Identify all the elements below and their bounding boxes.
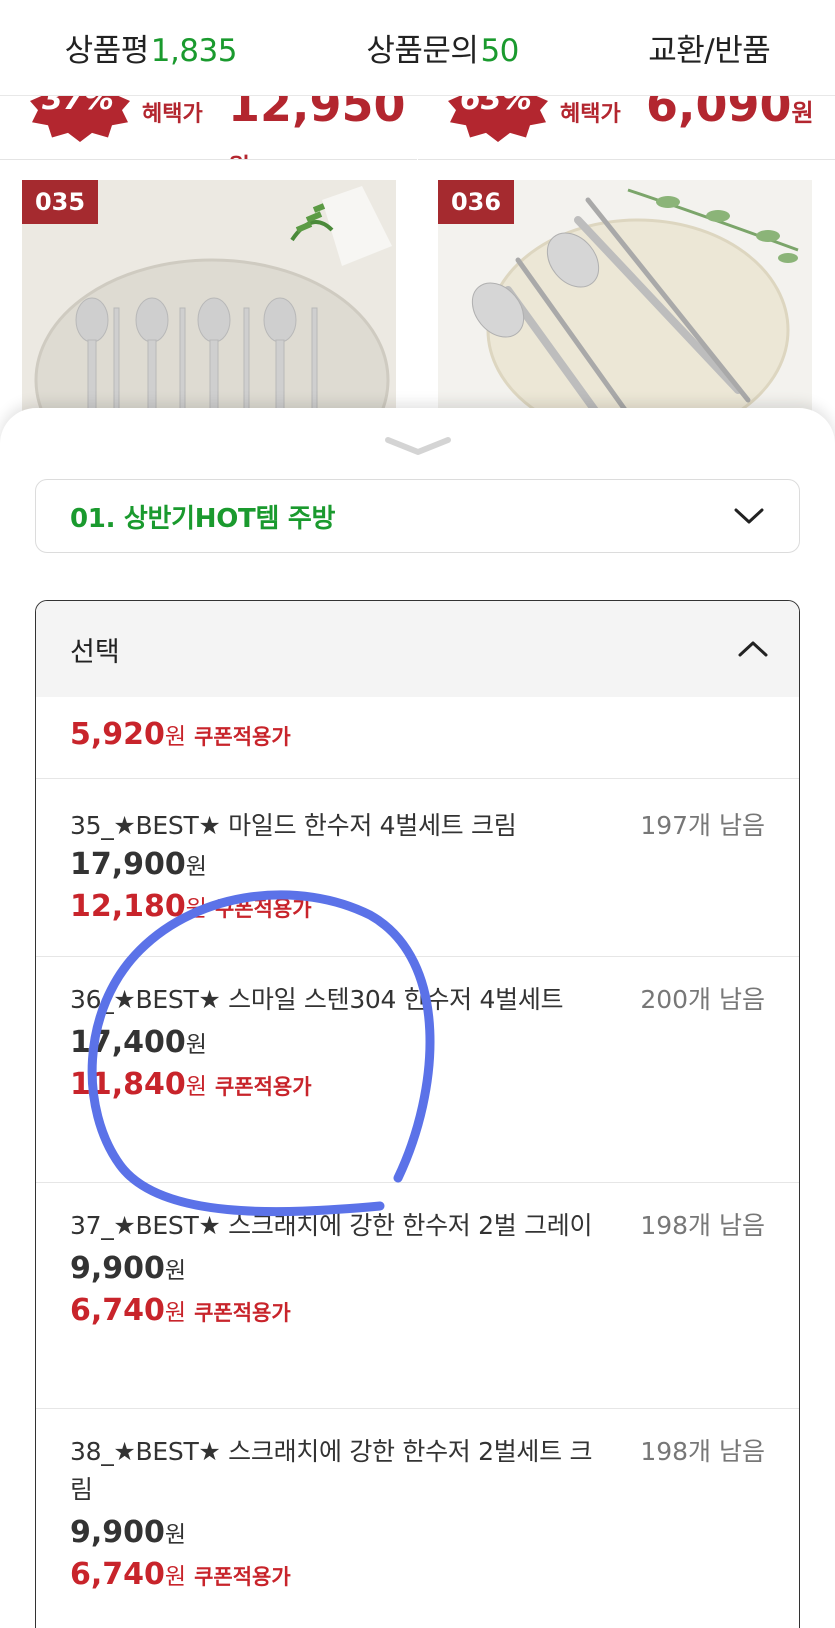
option-item-37[interactable]: 37_★BEST★ 스크래치에 강한 한수저 2벌 그레이 198개 남음 9,… bbox=[36, 1183, 799, 1409]
option-bottom-sheet: 01. 상반기HOT템 주방 선택 5,920원 쿠폰적용가 35_★BEST★ … bbox=[0, 408, 835, 1628]
option-item-sale-price: 6,740원 쿠폰적용가 bbox=[70, 1291, 765, 1333]
sale-price-value: 12,180 bbox=[70, 889, 186, 924]
currency-label: 원 bbox=[164, 1300, 187, 1326]
currency-label: 원 bbox=[185, 1074, 207, 1100]
sale-price-value: 5,920 bbox=[70, 717, 165, 752]
currency-label: 원 bbox=[185, 854, 207, 880]
sale-price-value: 11,840 bbox=[70, 1067, 186, 1102]
currency-label: 원 bbox=[164, 1258, 187, 1284]
currency-label: 원 bbox=[164, 1564, 187, 1590]
benefit-price: 6,090원 bbox=[646, 96, 814, 132]
option-item-sale-price: 5,920원 쿠폰적용가 bbox=[70, 715, 291, 757]
discount-rate: 37% bbox=[42, 96, 114, 117]
sale-price-value: 6,740 bbox=[70, 1293, 165, 1328]
option-list: 5,920원 쿠폰적용가 35_★BEST★ 마일드 한수저 4벌세트 크림 19… bbox=[36, 697, 799, 1628]
option-item-name: 35_★BEST★ 마일드 한수저 4벌세트 크림 bbox=[70, 811, 517, 840]
tab-exchange-return-label: 교환/반품 bbox=[648, 33, 771, 69]
option-item-name: 37_★BEST★ 스크래치에 강한 한수저 2벌 그레이 bbox=[70, 1211, 593, 1240]
sale-price-value: 6,740 bbox=[70, 1557, 165, 1592]
review-tabs: 상품평 1,835 상품문의 50 교환/반품 bbox=[0, 0, 835, 96]
option-item-35[interactable]: 35_★BEST★ 마일드 한수저 4벌세트 크림 197개 남음 17,900… bbox=[36, 779, 799, 957]
coupon-label: 쿠폰적용가 bbox=[214, 897, 312, 921]
option-select-second-placeholder: 선택 bbox=[70, 636, 120, 668]
currency-label: 원 bbox=[185, 896, 207, 922]
tab-inquiries-label: 상품문의 bbox=[366, 33, 479, 69]
product-number-badge: 035 bbox=[22, 180, 98, 224]
option-item-original-price: 17,900원 bbox=[70, 845, 765, 887]
original-price-value: 17,900 bbox=[70, 847, 186, 882]
sheet-collapse-chevron-icon[interactable] bbox=[384, 436, 452, 458]
option-item-sale-price: 11,840원 쿠폰적용가 bbox=[70, 1065, 765, 1107]
option-item-original-price: 17,400원 bbox=[70, 1023, 765, 1065]
original-price-value: 9,900 bbox=[70, 1251, 165, 1286]
chevron-up-icon bbox=[738, 641, 768, 657]
option-item-36[interactable]: 36_★BEST★ 스마일 스텐304 한수저 4벌세트 200개 남음 17,… bbox=[36, 957, 799, 1183]
option-item-sale-price: 6,740원 쿠폰적용가 bbox=[70, 1555, 765, 1597]
option-item-stock: 198개 남음 bbox=[640, 1211, 765, 1240]
coupon-label: 쿠폰적용가 bbox=[214, 1075, 312, 1099]
benefit-label: 혜택가 bbox=[142, 102, 203, 127]
option-select-second[interactable]: 선택 5,920원 쿠폰적용가 35_★BEST★ 마일드 한수저 4벌세트 크림… bbox=[35, 600, 800, 1628]
option-item-stock: 198개 남음 bbox=[640, 1437, 765, 1466]
option-item-stock: 200개 남음 bbox=[640, 985, 765, 1014]
original-price-value: 17,400 bbox=[70, 1025, 186, 1060]
option-item-name: 36_★BEST★ 스마일 스텐304 한수저 4벌세트 bbox=[70, 985, 564, 1014]
discount-rate: 63% bbox=[460, 96, 532, 117]
tab-inquiries-count: 50 bbox=[480, 33, 519, 69]
coupon-label: 쿠폰적용가 bbox=[194, 725, 291, 749]
benefit-price-value: 6,090 bbox=[646, 96, 792, 132]
original-price-value: 9,900 bbox=[70, 1515, 165, 1550]
tab-inquiries[interactable]: 상품문의 50 bbox=[366, 25, 519, 70]
option-item-38[interactable]: 38_★BEST★ 스크래치에 강한 한수저 2벌세트 크림 198개 남음 9… bbox=[36, 1409, 799, 1628]
option-item-stock: 197개 남음 bbox=[640, 811, 765, 840]
option-item-original-price: 9,900원 bbox=[70, 1513, 765, 1555]
option-select-first[interactable]: 01. 상반기HOT템 주방 bbox=[35, 479, 800, 553]
option-select-second-header[interactable]: 선택 bbox=[36, 601, 799, 697]
tab-reviews-label: 상품평 bbox=[64, 33, 150, 69]
benefit-label: 혜택가 bbox=[560, 102, 621, 127]
coupon-label: 쿠폰적용가 bbox=[194, 1301, 291, 1325]
option-item-name: 38_★BEST★ 스크래치에 강한 한수저 2벌세트 크림 bbox=[70, 1437, 593, 1504]
chevron-down-icon bbox=[734, 508, 764, 524]
benefit-price-strip: 37% 혜택가 12,950 원 bbox=[0, 96, 417, 160]
benefit-price-strip: 63% 혜택가 6,090원 bbox=[418, 96, 835, 160]
currency-label: 원 bbox=[164, 724, 187, 750]
option-item-partial[interactable]: 5,920원 쿠폰적용가 bbox=[36, 697, 799, 779]
benefit-price: 12,950 원 bbox=[228, 96, 417, 159]
currency-label: 원 bbox=[228, 153, 250, 159]
currency-label: 원 bbox=[164, 1522, 187, 1548]
currency-label: 원 bbox=[791, 99, 814, 127]
benefit-price-value: 12,950 bbox=[228, 96, 406, 132]
currency-label: 원 bbox=[185, 1032, 207, 1058]
coupon-label: 쿠폰적용가 bbox=[194, 1565, 291, 1589]
tab-reviews[interactable]: 상품평 1,835 bbox=[64, 25, 238, 70]
product-number-badge: 036 bbox=[438, 180, 514, 224]
option-select-first-value: 01. 상반기HOT템 주방 bbox=[70, 503, 336, 534]
option-item-sale-price: 12,180원 쿠폰적용가 bbox=[70, 887, 765, 929]
option-item-original-price: 9,900원 bbox=[70, 1249, 765, 1291]
tab-reviews-count: 1,835 bbox=[150, 33, 238, 69]
tab-exchange-return[interactable]: 교환/반품 bbox=[648, 25, 771, 70]
